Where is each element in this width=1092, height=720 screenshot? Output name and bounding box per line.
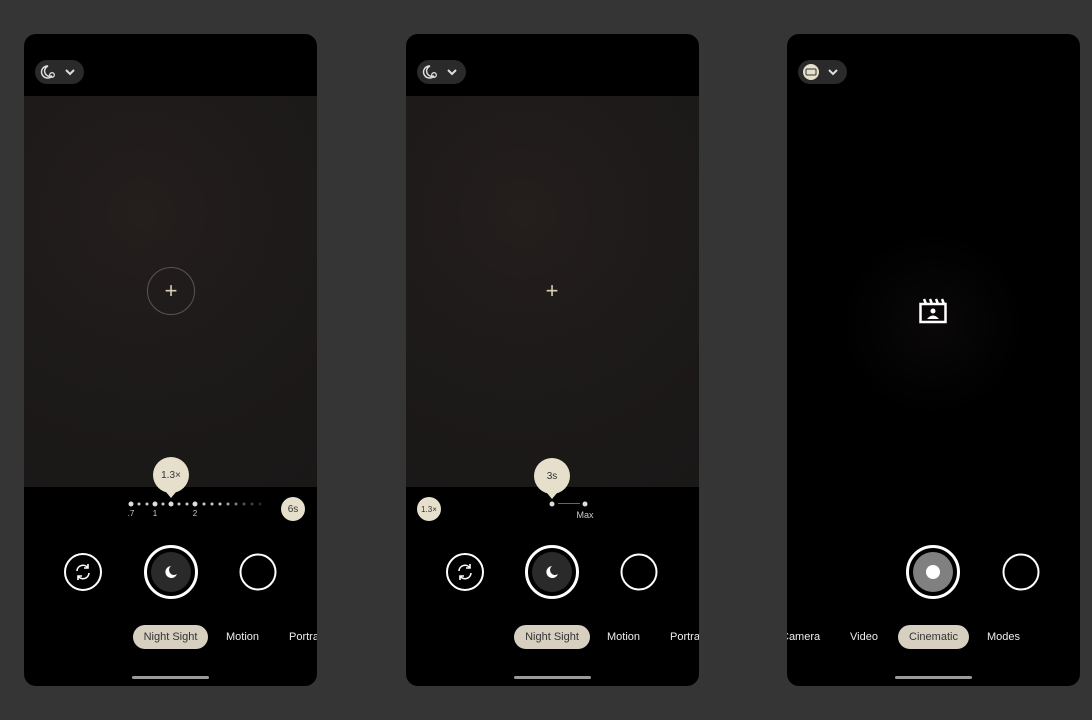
slider-point [549, 501, 555, 507]
zoom-tick [145, 502, 149, 506]
zoom-tick [250, 502, 254, 506]
camera-screen-cinematic: Camera Video Cinematic Modes [787, 34, 1080, 686]
record-dot-icon [926, 565, 940, 579]
zoom-level-button[interactable]: 1.3× [417, 497, 441, 521]
camera-screen-night-sight-exposure: + 3s Max 1.3× Night Sight Motion Portra [406, 34, 699, 686]
switch-camera-icon [458, 564, 472, 580]
shutter-inner [151, 552, 191, 592]
gallery-thumbnail-button[interactable] [239, 553, 277, 591]
mode-tab-motion[interactable]: Motion [607, 625, 640, 649]
zoom-tick [177, 502, 181, 506]
zoom-tick-label: 2 [192, 509, 198, 518]
night-mode-settings-icon [40, 65, 75, 79]
zoom-tick-label: 1 [152, 509, 158, 518]
record-inner [913, 552, 953, 592]
zoom-tick [137, 502, 141, 506]
mode-tab-camera[interactable]: Camera [787, 625, 820, 649]
zoom-tick [161, 502, 165, 506]
zoom-tick [152, 501, 158, 507]
settings-dropdown-button[interactable] [35, 60, 84, 84]
zoom-tick [242, 502, 246, 506]
settings-dropdown-button[interactable] [798, 60, 847, 84]
mode-tab-motion[interactable]: Motion [226, 625, 259, 649]
zoom-tick [202, 502, 206, 506]
zoom-tick [258, 502, 262, 506]
zoom-tick-label: .7 [127, 509, 135, 518]
fhd-icon [803, 64, 838, 80]
home-indicator[interactable] [132, 676, 209, 679]
switch-camera-button[interactable] [446, 553, 484, 591]
zoom-level-bubble[interactable]: 1.3× [153, 457, 189, 498]
mode-tab-modes[interactable]: Modes [987, 625, 1020, 649]
home-indicator[interactable] [895, 676, 972, 679]
camera-screen-night-sight-zoom: + 1.3× .7 1 2 6s Night Sight Motion Port… [24, 34, 317, 686]
shutter-button[interactable] [144, 545, 198, 599]
gallery-thumbnail-button[interactable] [1002, 553, 1040, 591]
moon-icon [165, 566, 177, 578]
mode-tab-night-sight[interactable]: Night Sight [133, 625, 208, 649]
shutter-inner [532, 552, 572, 592]
zoom-tick [192, 501, 198, 507]
zoom-tick [226, 502, 230, 506]
focus-crosshair-icon: + [164, 278, 178, 303]
mode-tab-cinematic[interactable]: Cinematic [898, 625, 969, 649]
slider-track [558, 503, 580, 504]
mode-tab-portrait[interactable]: Portra [670, 625, 699, 649]
shutter-button[interactable] [525, 545, 579, 599]
viewfinder[interactable] [833, 234, 1033, 414]
mode-tab-night-sight[interactable]: Night Sight [514, 625, 590, 649]
focus-crosshair-icon: + [545, 278, 559, 303]
zoom-tick [210, 502, 214, 506]
night-mode-settings-icon [422, 65, 457, 79]
zoom-tick [128, 501, 134, 507]
zoom-tick [234, 502, 238, 506]
gallery-thumbnail-button[interactable] [620, 553, 658, 591]
switch-camera-icon [76, 564, 90, 580]
slider-max-label: Max [576, 510, 594, 520]
switch-camera-button[interactable] [64, 553, 102, 591]
slider-point-max [582, 501, 588, 507]
record-button[interactable] [906, 545, 960, 599]
exposure-time-bubble[interactable]: 3s [534, 458, 570, 499]
zoom-tick [218, 502, 222, 506]
home-indicator[interactable] [514, 676, 591, 679]
cinematic-clapper-icon [919, 298, 947, 324]
moon-icon [546, 566, 558, 578]
settings-dropdown-button[interactable] [417, 60, 466, 84]
mode-tab-portrait[interactable]: Portra [289, 625, 317, 649]
zoom-tick [185, 502, 189, 506]
mode-tab-video[interactable]: Video [850, 625, 878, 649]
zoom-tick [168, 501, 174, 507]
exposure-time-button[interactable]: 6s [281, 497, 305, 521]
